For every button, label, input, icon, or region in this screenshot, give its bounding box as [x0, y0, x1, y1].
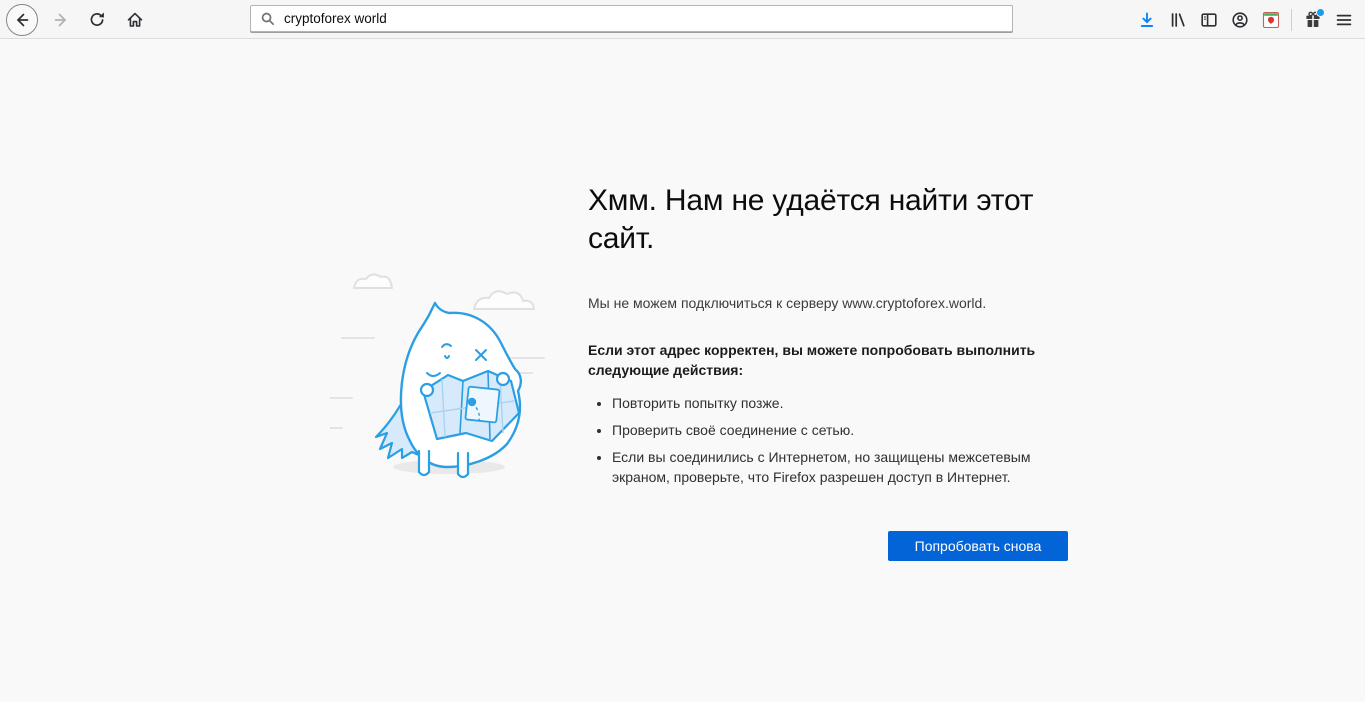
error-suggestion-intro: Если этот адрес корректен, вы можете поп…: [588, 340, 1068, 380]
back-button[interactable]: [6, 4, 38, 36]
navigation-buttons: [6, 3, 150, 36]
shield-extension-icon: [1261, 10, 1281, 30]
try-again-button[interactable]: Попробовать снова: [888, 531, 1068, 561]
home-button[interactable]: [120, 5, 150, 35]
browser-window: cryptoforex world: [0, 0, 1365, 702]
menu-button[interactable]: [1328, 5, 1359, 35]
gift-extension-button[interactable]: [1297, 5, 1328, 35]
account-button[interactable]: [1224, 5, 1255, 35]
url-bar[interactable]: cryptoforex world: [250, 5, 1013, 32]
forward-button[interactable]: [46, 5, 76, 35]
error-title: Хмм. Нам не удаётся найти этот сайт.: [588, 182, 1068, 258]
download-icon: [1137, 10, 1157, 30]
library-icon: [1168, 10, 1188, 30]
forward-arrow-icon: [51, 10, 71, 30]
library-button[interactable]: [1162, 5, 1193, 35]
search-icon: [260, 11, 276, 27]
browser-toolbar: cryptoforex world: [0, 0, 1365, 39]
sidebar-button[interactable]: [1193, 5, 1224, 35]
error-description: Мы не можем подключиться к серверу www.c…: [588, 293, 1068, 313]
home-icon: [125, 10, 145, 30]
list-item: Проверить своё соединение с сетью.: [612, 420, 1068, 440]
toolbar-action-buttons: [1131, 3, 1359, 36]
downloads-button[interactable]: [1131, 5, 1162, 35]
back-arrow-icon: [12, 10, 32, 30]
toolbar-separator: [1291, 9, 1292, 31]
error-page: Хмм. Нам не удаётся найти этот сайт. Мы …: [0, 39, 1365, 701]
lost-mascot-illustration: [330, 261, 570, 491]
sidebar-icon: [1199, 10, 1219, 30]
reload-icon: [87, 10, 107, 30]
error-text-column: Хмм. Нам не удаётся найти этот сайт. Мы …: [588, 182, 1068, 561]
security-extension-button[interactable]: [1255, 5, 1286, 35]
notification-dot: [1316, 8, 1325, 17]
list-item: Повторить попытку позже.: [612, 393, 1068, 413]
hamburger-menu-icon: [1334, 10, 1354, 30]
button-row: Попробовать снова: [588, 531, 1068, 561]
list-item: Если вы соединились с Интернетом, но защ…: [612, 447, 1068, 487]
reload-button[interactable]: [82, 5, 112, 35]
error-suggestion-list: Повторить попытку позже. Проверить своё …: [588, 393, 1068, 487]
account-icon: [1230, 10, 1250, 30]
url-input-text: cryptoforex world: [284, 11, 387, 26]
